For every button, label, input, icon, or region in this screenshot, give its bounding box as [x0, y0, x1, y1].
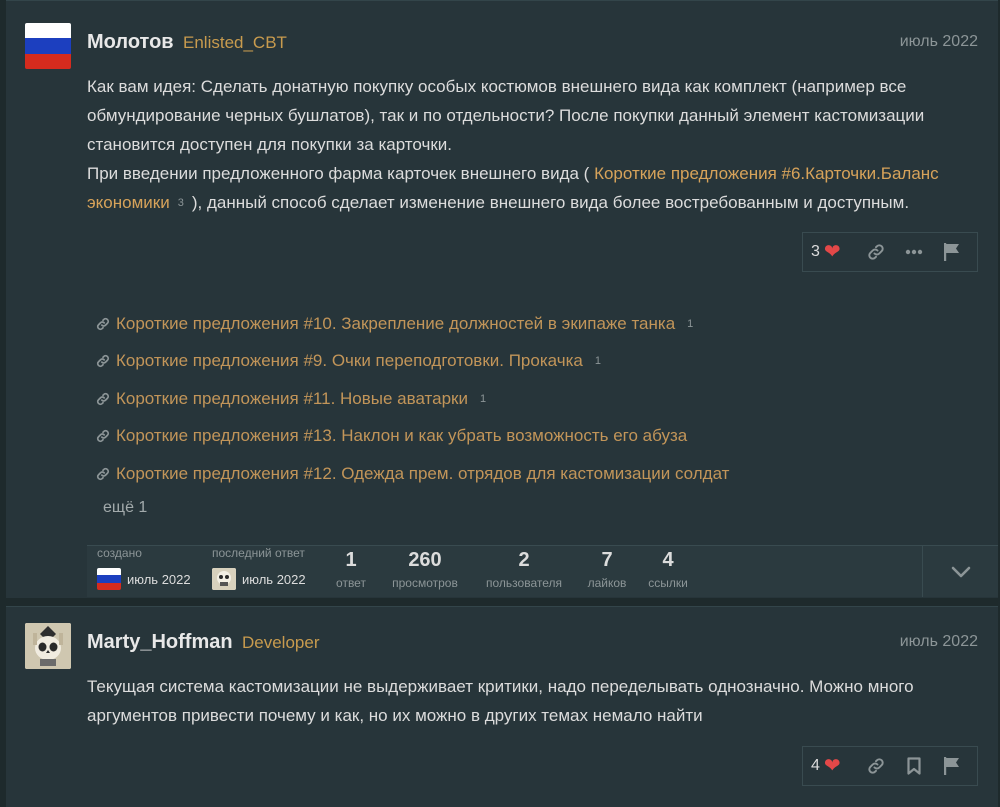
last-reply-label: последний ответ — [212, 546, 305, 560]
topic-map-expand-button[interactable] — [922, 545, 998, 597]
post-paragraph: Как вам идея: Сделать донатную покупку о… — [87, 77, 925, 154]
post-body: Текущая система кастомизации не выдержив… — [87, 672, 987, 730]
flag-button[interactable] — [933, 757, 971, 775]
related-link-clicks: 1 — [480, 392, 487, 405]
stat-replies: 1 ответ — [332, 548, 370, 590]
post-date[interactable]: июль 2022 — [900, 633, 978, 651]
stat-number: 260 — [408, 549, 442, 571]
post-marty-hoffman: Marty_Hoffman Developer июль 2022 Текуща… — [6, 606, 998, 807]
post-actions: 4 ❤ — [802, 746, 978, 786]
link-click-count: 3 — [177, 197, 184, 209]
link-icon — [868, 244, 884, 260]
chain-link-icon — [96, 467, 116, 481]
last-reply-value[interactable]: июль 2022 — [212, 568, 306, 590]
stat-links: 4 ссылки — [643, 548, 693, 590]
post-body: Как вам идея: Сделать донатную покупку о… — [87, 72, 987, 218]
related-link[interactable]: Короткие предложения #10. Закрепление до… — [96, 305, 796, 343]
flag-icon — [944, 757, 959, 775]
heart-icon: ❤ — [823, 241, 841, 263]
stat-label: ссылки — [648, 576, 688, 590]
post-text: При введении предложенного фарма карточе… — [87, 164, 590, 183]
chain-link-icon — [96, 392, 116, 406]
post-username[interactable]: Marty_Hoffman — [87, 631, 233, 654]
post-molotov: Молотов Enlisted_CBT июль 2022 Как вам и… — [6, 0, 998, 598]
post-paragraph: При введении предложенного фарма карточе… — [87, 159, 987, 218]
created-date: июль 2022 — [127, 571, 191, 587]
created-label: создано — [97, 546, 142, 560]
stat-label: лайков — [587, 576, 627, 590]
like-count[interactable]: 3 — [811, 243, 820, 261]
last-replier-avatar[interactable] — [212, 568, 236, 590]
heart-icon: ❤ — [823, 755, 841, 777]
chain-link-icon — [96, 429, 116, 443]
avatar-russia-flag[interactable] — [25, 23, 71, 69]
user-title: Enlisted_CBT — [183, 33, 287, 52]
bookmark-button[interactable] — [895, 757, 933, 775]
related-link-title[interactable]: Короткие предложения #9. Очки переподгот… — [116, 351, 583, 371]
stat-number: 1 — [345, 549, 357, 571]
topic-created: создано июль 2022 — [97, 546, 191, 590]
post-username[interactable]: Молотов — [87, 31, 174, 54]
share-link-button[interactable] — [857, 757, 895, 775]
link-icon — [868, 758, 884, 774]
ellipsis-icon — [905, 249, 923, 255]
stat-label: пользователя — [486, 576, 562, 590]
related-link-clicks: 1 — [594, 355, 601, 368]
related-link[interactable]: Короткие предложения #11. Новые аватарки… — [96, 380, 796, 418]
related-link-title[interactable]: Короткие предложения #13. Наклон и как у… — [116, 426, 687, 446]
avatar-skull[interactable] — [25, 623, 71, 669]
topic-map: создано июль 2022 последний ответ июль 2… — [87, 545, 922, 597]
related-link[interactable]: Короткие предложения #13. Наклон и как у… — [96, 418, 796, 456]
stat-users: 2 пользователя — [479, 548, 569, 590]
more-actions-button[interactable] — [895, 249, 933, 255]
topic-last-reply: последний ответ июль 2022 — [212, 546, 306, 590]
stat-views: 260 просмотров — [387, 548, 463, 590]
related-link[interactable]: Короткие предложения #9. Очки переподгот… — [96, 343, 796, 381]
related-link-title[interactable]: Короткие предложения #12. Одежда прем. о… — [116, 464, 729, 484]
stat-likes: 7 лайков — [582, 548, 632, 590]
stat-number: 4 — [662, 549, 674, 571]
stat-number: 7 — [601, 549, 613, 571]
last-reply-date: июль 2022 — [242, 571, 306, 587]
stat-number: 2 — [518, 549, 530, 571]
like-button[interactable]: 4 ❤ — [811, 756, 857, 776]
bookmark-icon — [907, 757, 921, 775]
related-link-title[interactable]: Короткие предложения #11. Новые аватарки — [116, 389, 468, 409]
stat-label: ответ — [336, 576, 366, 590]
chain-link-icon — [96, 317, 116, 331]
show-more-links-button[interactable]: ещё 1 — [103, 499, 147, 517]
creator-avatar[interactable] — [97, 568, 121, 590]
created-value[interactable]: июль 2022 — [97, 568, 191, 590]
flag-button[interactable] — [933, 243, 971, 261]
flag-icon — [944, 243, 959, 261]
post-actions: 3 ❤ — [802, 232, 978, 272]
chevron-down-icon — [951, 566, 970, 577]
related-link-clicks: 1 — [687, 317, 694, 330]
chain-link-icon — [96, 354, 116, 368]
user-title: Developer — [242, 633, 320, 652]
related-links-list: Короткие предложения #10. Закрепление до… — [96, 305, 796, 493]
post-text: ), данный способ сделает изменение внешн… — [191, 193, 910, 212]
share-link-button[interactable] — [857, 243, 895, 261]
like-count[interactable]: 4 — [811, 757, 820, 775]
post-date[interactable]: июль 2022 — [900, 33, 978, 51]
related-link-title[interactable]: Короткие предложения #10. Закрепление до… — [116, 314, 675, 334]
like-button[interactable]: 3 ❤ — [811, 242, 857, 262]
related-link[interactable]: Короткие предложения #12. Одежда прем. о… — [96, 455, 796, 493]
post-paragraph: Текущая система кастомизации не выдержив… — [87, 677, 914, 725]
stat-label: просмотров — [392, 576, 458, 590]
